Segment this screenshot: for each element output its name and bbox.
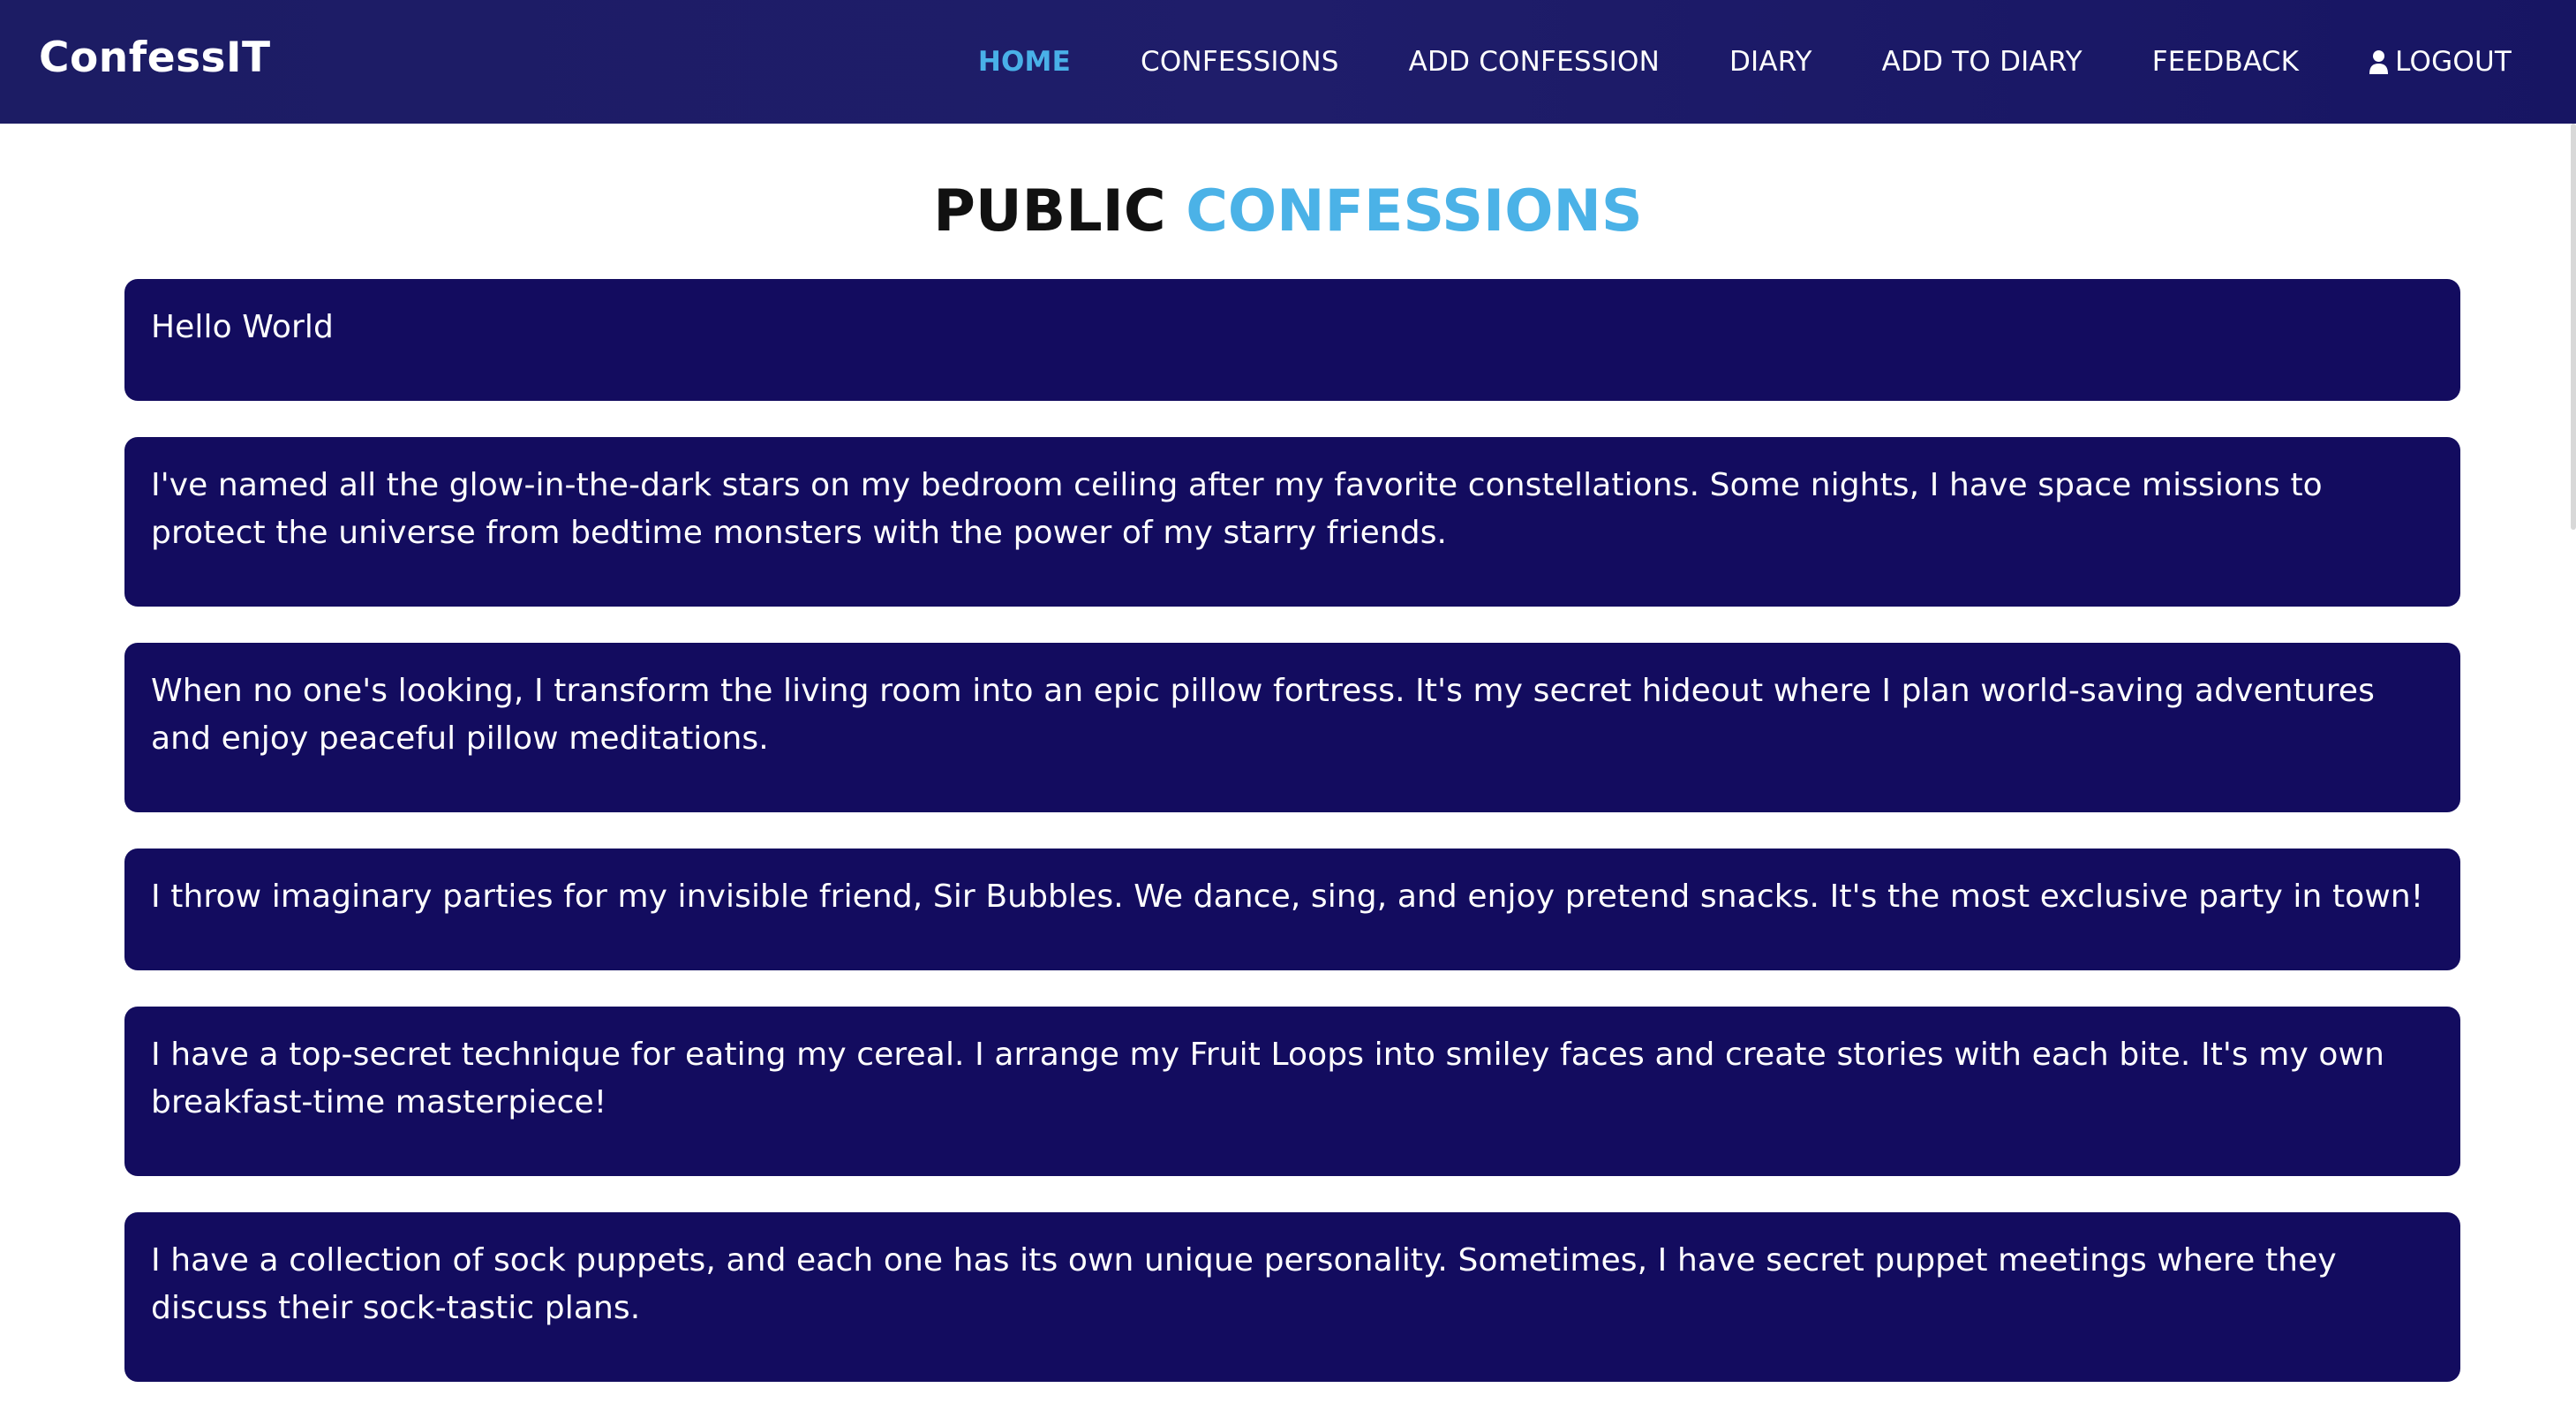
nav-link-diary[interactable]: DIARY xyxy=(1729,46,1812,78)
brand-logo[interactable]: ConfessIT xyxy=(39,32,271,85)
nav-link-logout[interactable]: LOGOUT xyxy=(2369,46,2512,78)
confession-card: I throw imaginary parties for my invisib… xyxy=(124,849,2460,970)
confession-card: Hello World xyxy=(124,279,2460,401)
confession-list: Hello World I've named all the glow-in-t… xyxy=(124,279,2460,1418)
navbar: ConfessIT HOME CONFESSIONS ADD CONFESSIO… xyxy=(0,0,2576,124)
confession-card: I have a top-secret technique for eating… xyxy=(124,1007,2460,1176)
confession-text: I have a top-secret technique for eating… xyxy=(151,1037,2385,1120)
nav-link-confessions[interactable]: CONFESSIONS xyxy=(1141,46,1339,78)
nav-link-add-to-diary[interactable]: ADD TO DIARY xyxy=(1882,46,2083,78)
confession-text: Hello World xyxy=(151,309,334,345)
confession-text: I have a collection of sock puppets, and… xyxy=(151,1242,2337,1326)
confession-card: I have a collection of sock puppets, and… xyxy=(124,1212,2460,1382)
confession-text: I've named all the glow-in-the-dark star… xyxy=(151,467,2323,551)
page-scrollbar[interactable] xyxy=(2571,124,2576,530)
user-icon xyxy=(2369,49,2389,74)
page-title-public: PUBLIC xyxy=(933,178,1166,245)
confession-card: I've named all the glow-in-the-dark star… xyxy=(124,437,2460,607)
nav-link-home[interactable]: HOME xyxy=(978,46,1071,78)
confession-card: When no one's looking, I transform the l… xyxy=(124,643,2460,812)
confession-text: When no one's looking, I transform the l… xyxy=(151,673,2375,757)
nav-menu: HOME CONFESSIONS ADD CONFESSION DIARY AD… xyxy=(908,0,2512,124)
confession-text: I throw imaginary parties for my invisib… xyxy=(151,879,2424,915)
page-title: PUBLIC CONFESSIONS xyxy=(0,168,2576,256)
logout-label: LOGOUT xyxy=(2395,46,2512,78)
page-title-confessions: CONFESSIONS xyxy=(1186,178,1643,245)
nav-link-feedback[interactable]: FEEDBACK xyxy=(2152,46,2299,78)
nav-link-add-confession[interactable]: ADD CONFESSION xyxy=(1409,46,1660,78)
